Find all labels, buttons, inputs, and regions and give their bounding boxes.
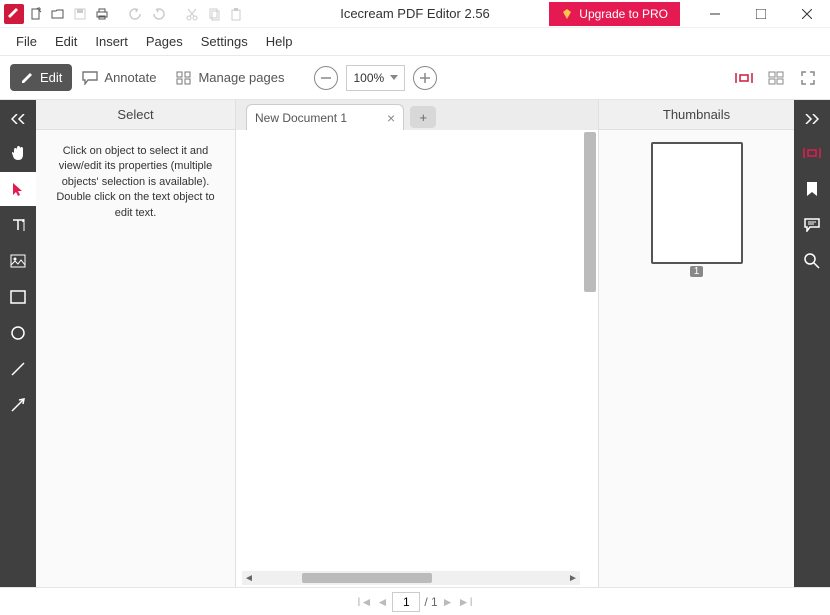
mode-annotate-label: Annotate — [104, 70, 156, 85]
collapse-left-button[interactable] — [0, 104, 36, 134]
vertical-scrollbar-thumb[interactable] — [584, 132, 596, 292]
circle-tool[interactable] — [0, 316, 36, 350]
thumbnails-title: Thumbnails — [599, 100, 794, 130]
mode-manage-label: Manage pages — [198, 70, 284, 85]
last-page-icon[interactable]: ►I — [458, 595, 473, 609]
fit-width-icon[interactable] — [732, 66, 756, 90]
thumbnails-view-icon[interactable] — [794, 136, 830, 170]
hand-tool[interactable] — [0, 136, 36, 170]
left-tool-strip — [0, 100, 36, 587]
main-toolbar: Edit Annotate Manage pages 100% — [0, 56, 830, 100]
cut-icon[interactable] — [182, 4, 202, 24]
scroll-right-icon[interactable]: ► — [566, 571, 580, 585]
mode-edit-button[interactable]: Edit — [10, 64, 72, 91]
rectangle-tool[interactable] — [0, 280, 36, 314]
undo-icon[interactable] — [126, 4, 146, 24]
zoom-out-button[interactable] — [314, 66, 338, 90]
minimize-button[interactable] — [692, 0, 738, 28]
thumbnail-page[interactable] — [651, 142, 743, 264]
scroll-left-icon[interactable]: ◄ — [242, 571, 256, 585]
speech-icon — [82, 71, 98, 85]
text-tool[interactable] — [0, 208, 36, 242]
properties-hint: Click on object to select it and view/ed… — [36, 130, 235, 235]
maximize-button[interactable] — [738, 0, 784, 28]
horizontal-scrollbar-thumb[interactable] — [302, 573, 432, 583]
upgrade-button[interactable]: Upgrade to PRO — [549, 2, 680, 26]
mode-annotate-button[interactable]: Annotate — [72, 64, 166, 91]
menu-edit[interactable]: Edit — [47, 30, 85, 53]
pencil-icon — [20, 71, 34, 85]
select-tool[interactable] — [0, 172, 36, 206]
new-doc-icon[interactable] — [26, 4, 46, 24]
bookmark-icon[interactable] — [794, 172, 830, 206]
page-canvas[interactable] — [242, 134, 580, 569]
thumbnail-number: 1 — [690, 266, 704, 277]
zoom-in-button[interactable] — [413, 66, 437, 90]
properties-title: Select — [36, 100, 235, 130]
collapse-right-button[interactable] — [794, 104, 830, 134]
mode-manage-button[interactable]: Manage pages — [166, 64, 294, 91]
search-icon[interactable] — [794, 244, 830, 278]
properties-panel: Select Click on object to select it and … — [36, 100, 236, 587]
image-tool[interactable] — [0, 244, 36, 278]
menu-file[interactable]: File — [8, 30, 45, 53]
thumbnails-panel: Thumbnails 1 — [598, 100, 794, 587]
status-bar: I◄ ◄ / 1 ► ►I — [0, 587, 830, 615]
mode-edit-label: Edit — [40, 70, 62, 85]
chevron-down-icon — [390, 75, 398, 80]
right-tool-strip — [794, 100, 830, 587]
menu-insert[interactable]: Insert — [87, 30, 136, 53]
document-tab[interactable]: New Document 1 × — [246, 104, 404, 130]
page-viewport[interactable]: ◄ ► — [236, 130, 598, 587]
fullscreen-icon[interactable] — [796, 66, 820, 90]
menu-bar: File Edit Insert Pages Settings Help — [0, 28, 830, 56]
redo-icon[interactable] — [148, 4, 168, 24]
first-page-icon[interactable]: I◄ — [357, 595, 372, 609]
zoom-value: 100% — [353, 71, 384, 85]
close-button[interactable] — [784, 0, 830, 28]
upgrade-label: Upgrade to PRO — [579, 7, 668, 21]
next-page-icon[interactable]: ► — [442, 595, 454, 609]
main-area: Select Click on object to select it and … — [0, 100, 830, 587]
document-tab-label: New Document 1 — [255, 111, 347, 125]
page-input[interactable] — [392, 592, 420, 612]
page-total: / 1 — [424, 595, 437, 609]
open-icon[interactable] — [48, 4, 68, 24]
horizontal-scrollbar[interactable]: ◄ ► — [242, 571, 580, 585]
arrow-tool[interactable] — [0, 388, 36, 422]
comments-icon[interactable] — [794, 208, 830, 242]
menu-help[interactable]: Help — [258, 30, 301, 53]
line-tool[interactable] — [0, 352, 36, 386]
window-title: Icecream PDF Editor 2.56 — [340, 6, 490, 21]
save-icon[interactable] — [70, 4, 90, 24]
app-icon — [4, 4, 24, 24]
prev-page-icon[interactable]: ◄ — [376, 595, 388, 609]
document-area: New Document 1 × + ◄ ► — [236, 100, 598, 587]
menu-settings[interactable]: Settings — [193, 30, 256, 53]
document-tabs: New Document 1 × + — [236, 100, 598, 130]
title-bar: Icecream PDF Editor 2.56 Upgrade to PRO — [0, 0, 830, 28]
fit-page-icon[interactable] — [764, 66, 788, 90]
paste-icon[interactable] — [226, 4, 246, 24]
grid-icon — [176, 71, 192, 85]
diamond-icon — [561, 8, 573, 20]
menu-pages[interactable]: Pages — [138, 30, 191, 53]
tab-close-icon[interactable]: × — [387, 110, 395, 126]
new-tab-button[interactable]: + — [410, 106, 436, 128]
print-icon[interactable] — [92, 4, 112, 24]
zoom-select[interactable]: 100% — [346, 65, 405, 91]
copy-icon[interactable] — [204, 4, 224, 24]
